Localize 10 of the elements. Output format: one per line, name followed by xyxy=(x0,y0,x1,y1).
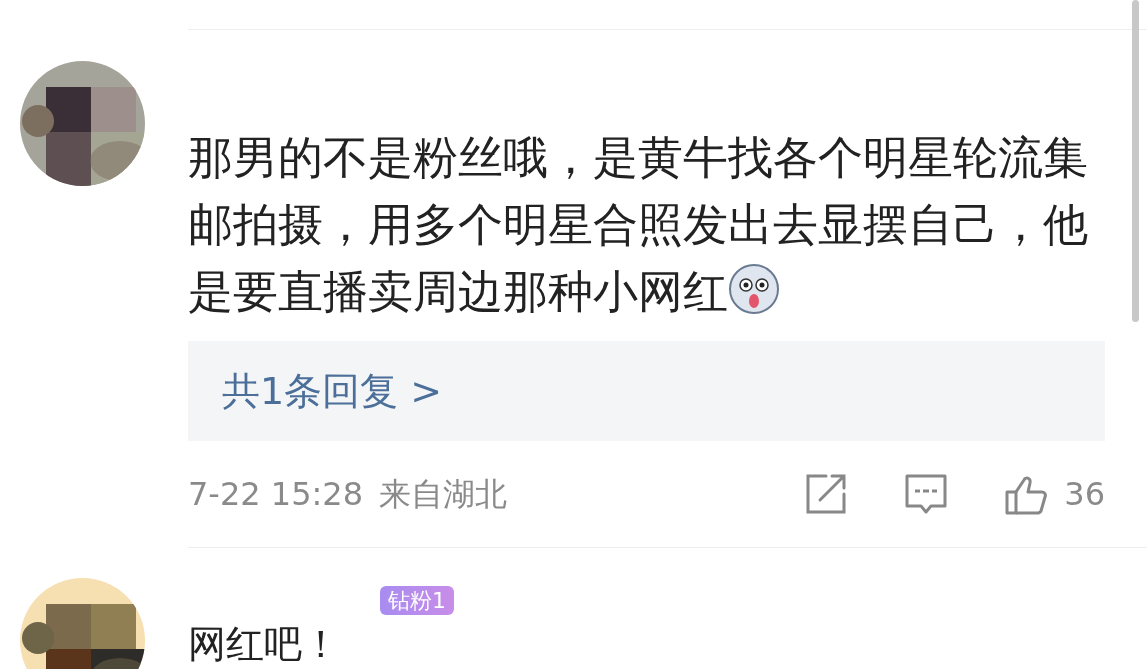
comment-time: 7-22 15:28 xyxy=(188,474,363,515)
share-icon[interactable] xyxy=(804,472,849,516)
replies-link[interactable]: 共1条回复 > xyxy=(222,362,443,420)
scrollbar[interactable] xyxy=(1132,0,1139,322)
fan-badge: 钻粉1 xyxy=(380,586,454,615)
comment-icon[interactable] xyxy=(904,472,949,516)
like-count: 36 xyxy=(1064,474,1105,515)
comment-text: 那男的不是粉丝哦，是黄牛找各个明星轮流集邮拍摄，用多个明星合照发出去显摆自己，他是要直播卖周边那种小网红 xyxy=(188,132,1088,317)
comment-location: 来自湖北 xyxy=(379,474,507,515)
comment-text: 网红吧！ xyxy=(188,622,341,666)
